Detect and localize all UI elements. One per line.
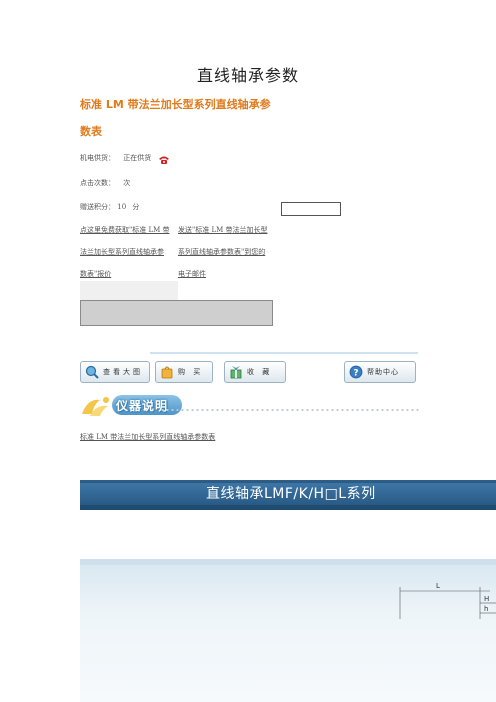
supply-status-row: 机电供货： 正在供货 [80, 153, 151, 163]
bonus-points-row: 赠送积分： 10 分 [80, 202, 139, 212]
document-title: 直线轴承参数 [196, 66, 299, 85]
supply-label: 机电供货： [80, 154, 115, 162]
product-subtitle-line1: 标准 LM 带法兰加长型系列直线轴承参 [80, 98, 271, 111]
favorite-gift-icon [229, 365, 243, 379]
buy-button[interactable]: 购 买 [155, 361, 213, 383]
product-description: 标准 LM 带法兰加长型系列直线轴承参数表 [80, 433, 216, 441]
clicks-label: 点击次数： [80, 179, 115, 187]
email-input[interactable] [281, 202, 341, 216]
email-send-link[interactable]: 发送"标准 LM 带法兰加长型 系列直线轴承参数表"到您的 电子邮件 [178, 219, 278, 285]
help-center-label: 帮助中心 [367, 368, 399, 376]
dimension-label-h-lower: h [484, 605, 488, 613]
help-center-button[interactable]: ? 帮助中心 [344, 361, 416, 383]
free-quote-line: 法兰加长型系列直线轴承参 [80, 248, 164, 256]
clicks-value: 次 [123, 179, 131, 187]
email-send-line: 发送"标准 LM 带法兰加长型 [178, 226, 268, 234]
shopping-bag-icon [160, 365, 174, 379]
free-quote-link[interactable]: 点这里免费获取"标准 LM 带 法兰加长型系列直线轴承参 数表"报价 [80, 219, 176, 285]
toolbar-divider [150, 352, 418, 354]
section-dotted-divider [160, 408, 420, 412]
email-send-line: 电子邮件 [178, 270, 206, 278]
banner-title: 直线轴承LMF/K/H□L系列 [206, 486, 376, 502]
dimension-drawing: L H h [399, 582, 496, 619]
click-count-row: 点击次数： 次 [80, 178, 130, 188]
section-decoration-icon [80, 394, 112, 420]
favorite-button[interactable]: 收 藏 [224, 361, 286, 383]
view-large-image-button[interactable]: 查看大图 [80, 361, 150, 383]
points-value: 10 [117, 203, 127, 211]
email-send-line: 系列直线轴承参数表"到您的 [178, 248, 266, 256]
buy-label: 购 买 [178, 368, 204, 376]
favorite-label: 收 藏 [247, 368, 273, 376]
svg-text:?: ? [353, 369, 358, 379]
help-icon: ? [349, 365, 363, 379]
telephone-icon[interactable] [158, 150, 170, 164]
product-subtitle-line2: 数表 [80, 125, 102, 138]
product-banner-image: 直线轴承LMF/K/H□L系列 L H h [80, 477, 496, 702]
points-label: 赠送积分： [80, 203, 115, 211]
free-quote-line: 点这里免费获取"标准 LM 带 [80, 226, 170, 234]
dimension-label-h-upper: H [484, 595, 489, 603]
view-large-image-label: 查看大图 [103, 368, 143, 376]
points-unit: 分 [132, 203, 140, 211]
quote-box-placeholder [80, 281, 178, 301]
dimension-label-l: L [436, 582, 440, 590]
supply-value: 正在供货 [123, 154, 152, 162]
magnifier-icon [85, 365, 99, 379]
send-button-placeholder[interactable] [80, 300, 273, 326]
